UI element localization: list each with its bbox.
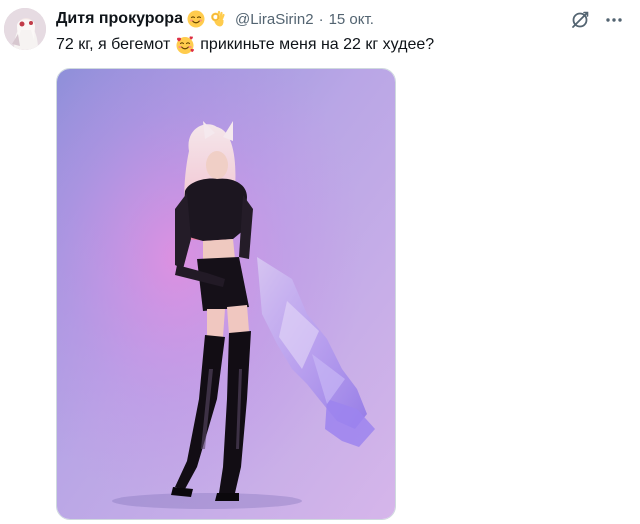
tweet-photo: [57, 69, 395, 519]
tweet-text-part-2: прикиньте меня на 22 кг худее?: [200, 36, 435, 53]
tweet-actions: [570, 10, 624, 30]
relieved-face-emoji: [187, 10, 205, 28]
display-name[interactable]: Дитя прокурора: [56, 10, 183, 28]
tweet-media[interactable]: [56, 68, 396, 520]
tweet-header: Дитя прокурора @LiraSirin2 · 15 окт.: [56, 8, 374, 30]
tweet: Дитя прокурора @LiraSirin2 · 15 окт. 72 …: [0, 0, 640, 524]
separator-dot: ·: [318, 10, 324, 28]
avatar[interactable]: [4, 8, 46, 50]
ok-hand-emoji: [209, 10, 227, 28]
tweet-text: 72 кг, я бегемот прикиньте меня на 22 кг…: [56, 34, 434, 56]
avatar-image: [4, 8, 46, 50]
more-icon[interactable]: [604, 10, 624, 30]
tweet-date[interactable]: 15 окт.: [329, 11, 374, 28]
user-handle[interactable]: @LiraSirin2: [235, 11, 314, 28]
tweet-text-part-1: 72 кг, я бегемот: [56, 36, 171, 53]
smiling-face-with-hearts-emoji: [175, 35, 195, 55]
grok-icon[interactable]: [570, 10, 590, 30]
